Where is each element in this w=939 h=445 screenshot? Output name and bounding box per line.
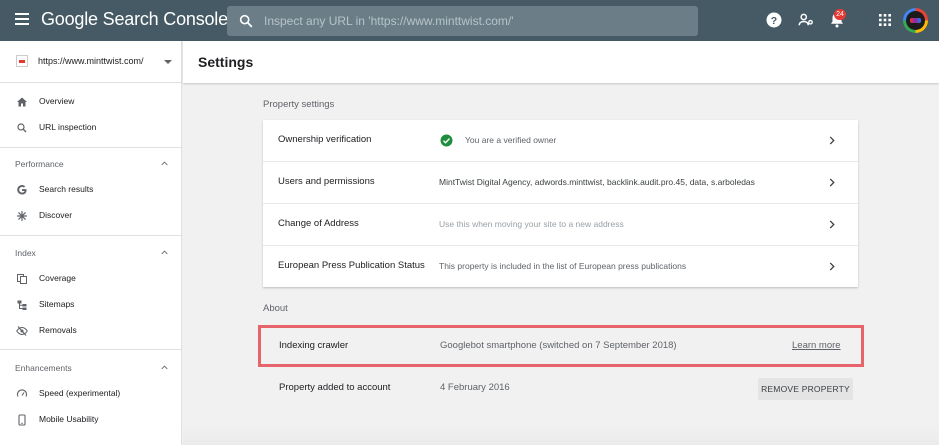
sidebar-item-search-results[interactable]: Search results	[0, 177, 181, 203]
account-avatar[interactable]	[903, 8, 928, 33]
sidebar-item-url-inspection[interactable]: URL inspection	[0, 115, 181, 141]
setting-row-change-of-address[interactable]: Change of Address Use this when moving y…	[263, 204, 858, 246]
asterisk-icon	[16, 210, 28, 222]
sidebar-item-label: URL inspection	[39, 122, 97, 132]
setting-row-users-and-permissions[interactable]: Users and permissions MintTwist Digital …	[263, 162, 858, 204]
property-settings-heading: Property settings	[263, 99, 335, 110]
setting-name: European Press Publication Status	[278, 260, 425, 271]
chevron-right-icon	[829, 136, 835, 145]
about-name: Property added to account	[279, 382, 391, 393]
coverage-icon	[17, 274, 27, 284]
chevron-right-icon	[829, 220, 835, 229]
about-value: 4 February 2016	[440, 382, 510, 393]
sidebar-item-label: Coverage	[39, 273, 76, 283]
menu-icon[interactable]	[15, 13, 29, 25]
setting-value: This property is included in the list of…	[439, 261, 687, 271]
apps-grid-icon[interactable]	[876, 11, 894, 29]
sidebar-item-sitemaps[interactable]: Sitemaps	[0, 292, 181, 318]
chevron-right-icon	[829, 178, 835, 187]
section-title: Index	[15, 248, 36, 258]
search-icon	[239, 14, 253, 28]
setting-row-european-press-publication[interactable]: European Press Publication Status This p…	[263, 246, 858, 288]
url-inspect-input[interactable]	[264, 12, 684, 30]
sidebar-item-label: Sitemaps	[39, 299, 75, 309]
highlight-annotation-box	[258, 325, 864, 367]
chevron-up-icon	[161, 250, 168, 255]
property-url: https://www.minttwist.com/	[38, 56, 144, 66]
page-header: Settings	[183, 41, 939, 83]
section-header-enhancements[interactable]: Enhancements	[0, 356, 181, 380]
sidebar-item-label: Removals	[39, 325, 77, 335]
section-title: Performance	[15, 159, 64, 169]
removals-icon	[16, 326, 28, 336]
sidebar-item-overview[interactable]: Overview	[0, 89, 181, 115]
sidebar: https://www.minttwist.com/ Overview URL …	[0, 41, 182, 445]
speedometer-icon	[16, 389, 28, 397]
sidebar-item-discover[interactable]: Discover	[0, 203, 181, 229]
page-title: Settings	[198, 54, 254, 70]
top-app-bar: Google Search Console ? 24	[0, 0, 939, 41]
verified-check-icon	[440, 134, 453, 147]
sitemap-icon	[17, 300, 27, 310]
chevron-up-icon	[161, 161, 168, 166]
setting-name: Users and permissions	[278, 176, 375, 187]
sidebar-item-label: Discover	[39, 210, 73, 220]
phone-icon	[18, 414, 26, 426]
setting-name: Ownership verification	[278, 134, 372, 145]
setting-value: Use this when moving your site to a new …	[439, 219, 624, 229]
property-favicon	[16, 55, 28, 67]
setting-value: You are a verified owner	[465, 135, 557, 145]
divider	[0, 147, 181, 148]
manage-users-icon[interactable]	[797, 11, 815, 29]
divider	[0, 235, 181, 236]
setting-row-ownership-verification[interactable]: Ownership verification You are a verifie…	[263, 120, 858, 162]
property-selector[interactable]: https://www.minttwist.com/	[0, 41, 181, 83]
chevron-up-icon	[161, 365, 168, 370]
help-icon[interactable]: ?	[765, 11, 783, 29]
section-title: Enhancements	[15, 363, 72, 373]
url-inspect-search[interactable]	[227, 6, 698, 36]
section-header-performance[interactable]: Performance	[0, 152, 181, 176]
sidebar-item-mobile-usability[interactable]: Mobile Usability	[0, 407, 181, 433]
remove-property-button[interactable]: REMOVE PROPERTY	[758, 378, 853, 400]
dropdown-caret-icon	[164, 60, 172, 64]
sidebar-item-label: Mobile Usability	[39, 414, 99, 424]
home-icon	[17, 97, 27, 107]
product-title[interactable]: Google Search Console	[41, 9, 228, 30]
google-g-icon	[17, 185, 27, 195]
notification-count-badge: 24	[834, 9, 846, 20]
chevron-right-icon	[829, 262, 835, 271]
property-settings-card: Ownership verification You are a verifie…	[263, 120, 858, 287]
sidebar-item-label: Search results	[39, 184, 94, 194]
setting-name: Change of Address	[278, 218, 359, 229]
section-header-index[interactable]: Index	[0, 241, 181, 265]
svg-text:?: ?	[771, 15, 777, 27]
sidebar-item-removals[interactable]: Removals	[0, 318, 181, 344]
divider	[0, 349, 181, 350]
sidebar-item-speed[interactable]: Speed (experimental)	[0, 381, 181, 407]
about-row-property-added: Property added to account 4 February 201…	[263, 368, 858, 409]
setting-value: MintTwist Digital Agency, adwords.minttw…	[439, 177, 755, 187]
content-footer-area	[183, 425, 939, 445]
sidebar-item-coverage[interactable]: Coverage	[0, 266, 181, 292]
sidebar-item-label: Overview	[39, 96, 75, 106]
sidebar-item-label: Speed (experimental)	[39, 388, 121, 398]
about-heading: About	[263, 303, 288, 314]
search-icon	[17, 123, 27, 133]
